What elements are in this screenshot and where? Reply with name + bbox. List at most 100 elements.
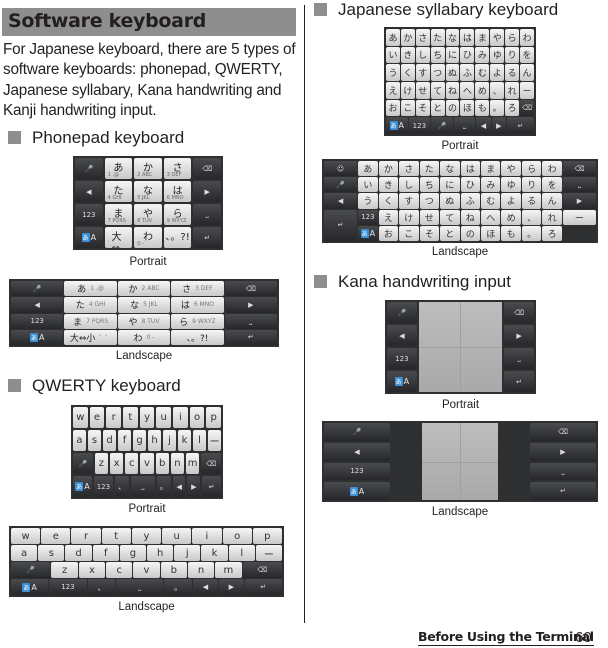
number-mode-key[interactable]: 123 <box>387 348 417 369</box>
letter-key[interactable]: d <box>65 545 92 561</box>
phonepad-key[interactable]: さ3 DEF <box>171 281 224 297</box>
input-mode-key[interactable]: あA <box>387 371 417 392</box>
kana-key[interactable]: お <box>386 99 400 117</box>
letter-key[interactable]: r <box>71 528 101 544</box>
kana-key[interactable]: ち <box>419 177 440 193</box>
kana-key[interactable]: く <box>400 64 415 81</box>
kana-key[interactable]: ふ <box>460 193 480 209</box>
letter-key[interactable]: a <box>73 430 86 451</box>
backspace-key[interactable]: ⌫ <box>530 423 596 441</box>
phonepad-key[interactable]: ら9 WXYZ <box>163 204 192 225</box>
kana-key[interactable]: た <box>419 161 440 177</box>
kana-key[interactable]: つ <box>430 64 445 81</box>
backspace-key[interactable]: ⌫ <box>242 562 282 578</box>
letter-key[interactable]: s <box>88 430 101 451</box>
kana-key[interactable]: る <box>521 193 542 209</box>
phonepad-key[interactable]: あ1 .@ <box>64 281 117 297</box>
phonepad-key[interactable]: た4 GHI <box>104 181 133 202</box>
number-mode-key[interactable]: 123 <box>11 313 64 329</box>
cursor-left-key[interactable]: ◀ <box>387 325 417 346</box>
kana-key[interactable]: り <box>521 177 542 193</box>
kana-key[interactable]: ひ <box>460 46 475 64</box>
letter-key[interactable]: n <box>170 453 185 474</box>
letter-key[interactable]: p <box>206 407 222 428</box>
phonepad-key[interactable]: 大⇔小゛゜ <box>104 227 133 248</box>
backspace-key[interactable]: ⌫ <box>201 453 222 474</box>
kana-key[interactable]: を <box>542 177 562 193</box>
kana-key[interactable]: ら <box>505 29 520 46</box>
phonepad-key[interactable]: は6 MNO <box>163 181 192 202</box>
letter-key[interactable]: c <box>106 562 133 578</box>
letter-key[interactable]: i <box>173 407 188 428</box>
kana-key[interactable]: う <box>358 193 378 209</box>
voice-input-key[interactable]: 🎤 <box>11 281 64 297</box>
space-key[interactable]: ⎵ <box>562 177 596 193</box>
kana-key[interactable]: い <box>386 46 400 64</box>
kana-key[interactable]: み <box>480 177 501 193</box>
cursor-left-key[interactable]: ◀ <box>324 193 358 209</box>
letter-key[interactable]: j <box>163 430 176 451</box>
phonepad-key[interactable]: 、。?! <box>163 227 192 248</box>
kana-key[interactable]: つ <box>419 193 440 209</box>
backspace-key[interactable]: ⌫ <box>193 158 221 179</box>
cursor-right-key[interactable]: ▶ <box>218 579 244 595</box>
kana-key[interactable]: む <box>480 193 501 209</box>
kana-key[interactable]: な <box>445 29 460 46</box>
kana-key[interactable]: き <box>378 177 399 193</box>
kana-key[interactable]: い <box>358 177 378 193</box>
voice-input-key[interactable]: 🎤 <box>324 177 358 193</box>
kana-key[interactable]: め <box>501 209 521 225</box>
number-mode-key[interactable]: 123 <box>49 579 87 595</box>
letter-key[interactable]: ー <box>208 430 221 451</box>
cursor-left-key[interactable]: ◀ <box>172 476 186 497</box>
number-mode-key[interactable]: 123 <box>358 209 378 225</box>
kana-key[interactable]: わ <box>520 29 534 46</box>
cursor-right-key[interactable]: ▶ <box>224 297 277 313</box>
backspace-key[interactable]: ⌫ <box>224 281 277 297</box>
voice-input-key[interactable]: 🎤 <box>73 453 93 474</box>
space-key[interactable]: ⎵ <box>453 117 476 134</box>
kana-key[interactable]: は <box>460 29 475 46</box>
letter-key[interactable]: i <box>192 528 222 544</box>
letter-key[interactable]: u <box>156 407 172 428</box>
letter-key[interactable]: p <box>252 528 282 544</box>
input-mode-key[interactable]: あA <box>73 476 92 497</box>
kana-key[interactable]: も <box>475 99 490 117</box>
backspace-key[interactable]: ⌫ <box>520 99 534 117</box>
cursor-right-key[interactable]: ▶ <box>562 193 596 209</box>
letter-key[interactable]: j <box>174 545 201 561</box>
space-key[interactable]: ⎵ <box>116 579 164 595</box>
letter-key[interactable]: z <box>94 453 108 474</box>
letter-key[interactable]: f <box>118 430 131 451</box>
kana-key[interactable]: に <box>445 46 460 64</box>
voice-input-key[interactable]: 🎤 <box>431 117 453 134</box>
enter-key[interactable]: ↵ <box>224 329 277 345</box>
kana-key[interactable]: ゆ <box>490 46 505 64</box>
phonepad-key[interactable]: な5 JKL <box>117 297 171 313</box>
number-mode-key[interactable]: 123 <box>93 476 113 497</box>
letter-key[interactable]: l <box>193 430 206 451</box>
kana-key[interactable]: え <box>378 209 399 225</box>
voice-input-key[interactable]: 🎤 <box>11 562 51 578</box>
kana-key[interactable]: え <box>386 81 400 99</box>
kana-key[interactable]: り <box>505 46 520 64</box>
kana-key[interactable]: た <box>430 29 445 46</box>
phonepad-key[interactable]: ま7 PQRS <box>64 313 117 329</box>
kana-key[interactable]: さ <box>415 29 430 46</box>
letter-key[interactable]: r <box>106 407 122 428</box>
number-mode-key[interactable]: 123 <box>408 117 431 134</box>
kana-key[interactable]: て <box>440 209 460 225</box>
kana-key[interactable]: よ <box>501 193 521 209</box>
kana-key[interactable]: 。 <box>490 99 505 117</box>
letter-key[interactable]: l <box>228 545 255 561</box>
enter-key[interactable]: ↵ <box>193 227 221 248</box>
kana-key[interactable]: る <box>505 64 520 81</box>
kana-key[interactable]: あ <box>386 29 400 46</box>
letter-key[interactable]: v <box>133 562 160 578</box>
backspace-key[interactable]: ⌫ <box>562 161 596 177</box>
letter-key[interactable]: u <box>162 528 192 544</box>
letter-key[interactable]: m <box>215 562 242 578</box>
kana-key[interactable]: れ <box>505 81 520 99</box>
kana-key[interactable]: ね <box>445 81 460 99</box>
phonepad-key[interactable]: ら9 WXYZ <box>171 313 224 329</box>
